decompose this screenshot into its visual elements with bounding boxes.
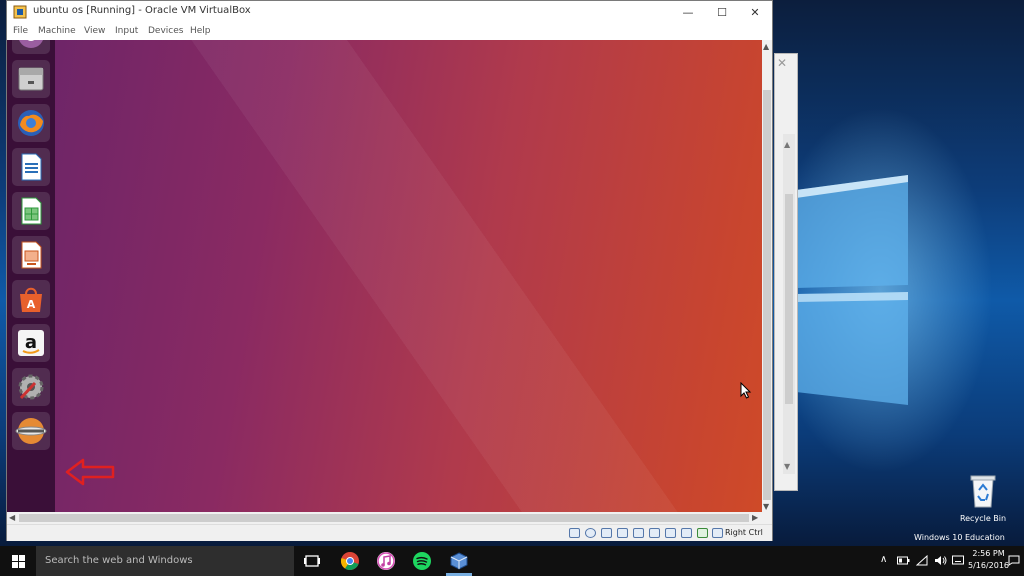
taskbar: Search the web and Windows ∧ 2:56 PM 5/1… bbox=[0, 546, 1024, 576]
chrome-icon[interactable] bbox=[340, 551, 360, 571]
menu-input[interactable]: Input bbox=[115, 26, 138, 36]
maximize-button[interactable]: ☐ bbox=[705, 1, 739, 23]
clock-date: 5/16/2016 bbox=[968, 561, 1010, 570]
spotify-icon[interactable] bbox=[412, 551, 432, 571]
shared-folders-icon[interactable] bbox=[649, 528, 660, 538]
recycle-bin-shortcut[interactable]: Recycle Bin bbox=[952, 474, 1014, 524]
itunes-icon[interactable] bbox=[376, 551, 396, 571]
recycle-bin-label: Recycle Bin bbox=[959, 514, 1007, 523]
launcher-impress[interactable] bbox=[12, 236, 50, 274]
horizontal-scrollbar-thumb[interactable] bbox=[19, 514, 749, 522]
libreoffice-impress-icon bbox=[21, 241, 42, 269]
action-center-icon[interactable] bbox=[1008, 555, 1020, 566]
close-button[interactable]: ✕ bbox=[738, 1, 772, 23]
vertical-scrollbar[interactable]: ▲ ▼ bbox=[762, 40, 772, 512]
scrollbar-thumb[interactable] bbox=[785, 194, 793, 404]
battery-icon[interactable] bbox=[897, 555, 910, 566]
menu-bar: File Machine View Input Devices Help bbox=[7, 23, 772, 40]
scroll-left-icon[interactable]: ◀ bbox=[9, 513, 15, 522]
software-center-icon: A bbox=[20, 287, 42, 312]
video-capture-icon[interactable] bbox=[681, 528, 692, 538]
virtualbox-window: ubuntu os [Running] - Oracle VM VirtualB… bbox=[6, 0, 773, 541]
launcher-calc[interactable] bbox=[12, 192, 50, 230]
firefox-icon bbox=[18, 110, 44, 136]
host-key-label: Right Ctrl bbox=[725, 528, 763, 537]
windows-edition-watermark: Windows 10 Education bbox=[914, 533, 1005, 542]
disc-drive-icon bbox=[15, 418, 47, 444]
network-icon[interactable] bbox=[916, 555, 928, 566]
menu-help[interactable]: Help bbox=[190, 26, 211, 36]
launcher-disk-installer[interactable] bbox=[12, 412, 50, 450]
launcher-system-settings[interactable] bbox=[12, 368, 50, 406]
amazon-icon: a bbox=[18, 330, 44, 356]
ubuntu-dash-icon bbox=[19, 40, 43, 48]
file-cabinet-icon bbox=[18, 67, 44, 91]
menu-devices[interactable]: Devices bbox=[148, 26, 183, 36]
horizontal-scrollbar[interactable]: ◀ ▶ bbox=[7, 512, 772, 524]
settings-icon bbox=[18, 374, 44, 400]
volume-icon[interactable] bbox=[934, 555, 947, 566]
ubuntu-launcher: A a bbox=[7, 40, 55, 512]
vm-status-bar: Right Ctrl bbox=[7, 524, 772, 541]
launcher-writer[interactable] bbox=[12, 148, 50, 186]
scroll-down-icon[interactable]: ▼ bbox=[784, 462, 790, 471]
task-view-icon[interactable] bbox=[302, 551, 322, 571]
cpu-activity-icon[interactable] bbox=[697, 528, 708, 538]
usb-icon[interactable] bbox=[633, 528, 644, 538]
scroll-up-icon[interactable]: ▲ bbox=[763, 42, 769, 51]
vertical-scrollbar-thumb[interactable] bbox=[763, 90, 771, 500]
keyboard-icon[interactable] bbox=[952, 555, 964, 565]
menu-file[interactable]: File bbox=[13, 26, 28, 36]
scroll-up-icon[interactable]: ▲ bbox=[784, 140, 790, 149]
red-arrow-annotation bbox=[65, 458, 115, 486]
launcher-software-center[interactable]: A bbox=[12, 280, 50, 318]
close-icon[interactable]: ✕ bbox=[777, 56, 787, 70]
minimize-button[interactable]: — bbox=[671, 1, 705, 23]
launcher-firefox[interactable] bbox=[12, 104, 50, 142]
title-bar[interactable]: ubuntu os [Running] - Oracle VM VirtualB… bbox=[7, 1, 772, 23]
mouse-integration-icon[interactable] bbox=[712, 528, 723, 538]
menu-view[interactable]: View bbox=[84, 26, 105, 36]
scroll-down-icon[interactable]: ▼ bbox=[763, 502, 769, 511]
window-title: ubuntu os [Running] - Oracle VM VirtualB… bbox=[33, 5, 251, 16]
clock-time: 2:56 PM bbox=[972, 549, 1005, 558]
virtualbox-icon[interactable] bbox=[449, 551, 469, 571]
ubuntu-guest-screen[interactable]: A a bbox=[7, 40, 762, 512]
scroll-right-icon[interactable]: ▶ bbox=[752, 513, 758, 522]
clock[interactable]: 2:56 PM 5/16/2016 bbox=[968, 548, 1009, 572]
start-button[interactable] bbox=[0, 546, 36, 576]
menu-machine[interactable]: Machine bbox=[38, 26, 76, 36]
ubuntu-wallpaper[interactable] bbox=[55, 40, 762, 512]
network-icon[interactable] bbox=[617, 528, 628, 538]
display-icon[interactable] bbox=[665, 528, 676, 538]
recycle-bin-icon bbox=[970, 475, 996, 508]
mouse-cursor-icon bbox=[740, 382, 752, 399]
virtualbox-app-icon bbox=[13, 5, 27, 19]
launcher-amazon[interactable]: a bbox=[12, 324, 50, 362]
windows-logo-wallpaper bbox=[796, 175, 908, 405]
svg-text:A: A bbox=[27, 298, 36, 311]
launcher-dash[interactable] bbox=[12, 40, 50, 54]
background-virtualbox-window[interactable]: ✕ ▲ ▼ bbox=[774, 53, 798, 491]
windows-start-icon bbox=[11, 554, 25, 568]
libreoffice-writer-icon bbox=[21, 153, 42, 181]
optical-drive-icon[interactable] bbox=[585, 528, 596, 538]
search-box[interactable]: Search the web and Windows bbox=[36, 546, 294, 576]
audio-icon[interactable] bbox=[601, 528, 612, 538]
hard-disk-icon[interactable] bbox=[569, 528, 580, 538]
libreoffice-calc-icon bbox=[21, 197, 42, 225]
svg-text:a: a bbox=[25, 332, 37, 353]
search-placeholder: Search the web and Windows bbox=[45, 555, 193, 566]
launcher-files[interactable] bbox=[12, 60, 50, 98]
show-hidden-icons-chevron-icon[interactable]: ∧ bbox=[880, 554, 887, 565]
